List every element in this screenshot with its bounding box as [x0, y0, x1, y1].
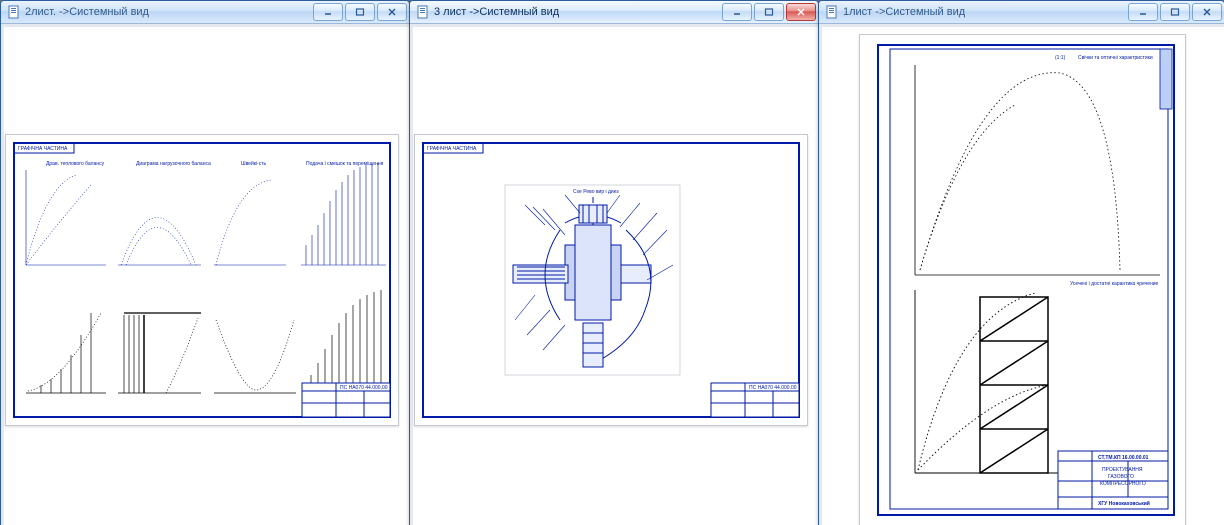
svg-text:КОМПРЕСОРНОГО: КОМПРЕСОРНОГО	[1100, 481, 1146, 487]
document-icon	[825, 5, 839, 19]
desktop: 2лист. ->Системный вид ГРАФIЧНА ЧАСТИНА …	[0, 0, 1224, 525]
ruler	[410, 24, 413, 525]
svg-text:Диаграма нагрузочного баланса: Диаграма нагрузочного баланса	[136, 161, 211, 167]
svg-text:Швейкi-сть: Швейкi-сть	[241, 160, 267, 167]
svg-text:ПРОЕКТУВАННЯ: ПРОЕКТУВАННЯ	[1102, 467, 1143, 473]
minimize-button[interactable]	[313, 3, 343, 21]
maximize-button[interactable]	[754, 3, 784, 21]
ruler	[819, 24, 822, 525]
document-icon	[7, 5, 21, 19]
window-title: 1лист ->Системный вид	[843, 1, 1128, 23]
window-buttons	[1128, 3, 1222, 21]
window-title: 3 лист ->Системный вид	[434, 1, 722, 23]
svg-text:Свічки та оптичні характристик: Свічки та оптичні характристики	[1078, 55, 1153, 61]
svg-text:(1:1): (1:1)	[1055, 55, 1066, 61]
ruler	[1, 24, 409, 27]
ruler	[1, 24, 4, 525]
ruler	[819, 24, 1224, 27]
window-buttons	[313, 3, 407, 21]
drawing-viewport[interactable]: (1:1) Свічки та оптичні характристики Ус…	[819, 24, 1224, 525]
close-button[interactable]	[377, 3, 407, 21]
svg-text:СТ.ТМ.КП 16.00.00.01: СТ.ТМ.КП 16.00.00.01	[1098, 455, 1149, 461]
drawing-sheet: ГРАФIЧНА ЧАСТИНА Драв. теплового балансу…	[5, 134, 399, 426]
svg-text:ГАЗОВОГО: ГАЗОВОГО	[1108, 474, 1134, 480]
drawing-viewport[interactable]: ГРАФIЧНА ЧАСТИНА Драв. теплового балансу…	[1, 24, 409, 525]
svg-text:Драв. теплового балансу: Драв. теплового балансу	[46, 161, 105, 167]
svg-text:ХГУ Новокаховський: ХГУ Новокаховський	[1098, 500, 1150, 507]
stamp-label: ГРАФIЧНА ЧАСТИНА	[18, 146, 68, 152]
close-button[interactable]	[786, 3, 816, 21]
drawing-sheet: (1:1) Свічки та оптичні характристики Ус…	[859, 34, 1186, 525]
window-buttons	[722, 3, 816, 21]
ruler	[410, 24, 818, 27]
svg-text:Схе Рево вир і диез: Схе Рево вир і диез	[573, 189, 619, 195]
close-button[interactable]	[1192, 3, 1222, 21]
minimize-button[interactable]	[722, 3, 752, 21]
titlebar[interactable]: 3 лист ->Системный вид	[410, 1, 818, 24]
titlebar[interactable]: 1лист ->Системный вид	[819, 1, 1224, 24]
svg-text:Усечені і достатні карантикa ч: Усечені і достатні карантикa чречение	[1070, 281, 1159, 287]
window-title: 2лист. ->Системный вид	[25, 1, 313, 23]
maximize-button[interactable]	[1160, 3, 1190, 21]
svg-text:ПС НА070 44.000.00: ПС НА070 44.000.00	[340, 385, 388, 391]
maximize-button[interactable]	[345, 3, 375, 21]
drawing-sheet: ГРАФIЧНА ЧАСТИНА Схе Рево вир і диез	[414, 134, 808, 426]
window-sheet2: 2лист. ->Системный вид ГРАФIЧНА ЧАСТИНА …	[0, 0, 410, 525]
document-icon	[416, 5, 430, 19]
window-sheet1: 1лист ->Системный вид (1:1) Свічки та оп…	[818, 0, 1224, 525]
drawing-viewport[interactable]: ГРАФIЧНА ЧАСТИНА Схе Рево вир і диез	[410, 24, 818, 525]
minimize-button[interactable]	[1128, 3, 1158, 21]
titlebar[interactable]: 2лист. ->Системный вид	[1, 1, 409, 24]
svg-text:ГРАФIЧНА ЧАСТИНА: ГРАФIЧНА ЧАСТИНА	[427, 146, 477, 152]
svg-text:ПС НА070 44.000.00: ПС НА070 44.000.00	[749, 385, 797, 391]
window-sheet3: 3 лист ->Системный вид ГРАФIЧНА ЧАСТИНА …	[409, 0, 819, 525]
